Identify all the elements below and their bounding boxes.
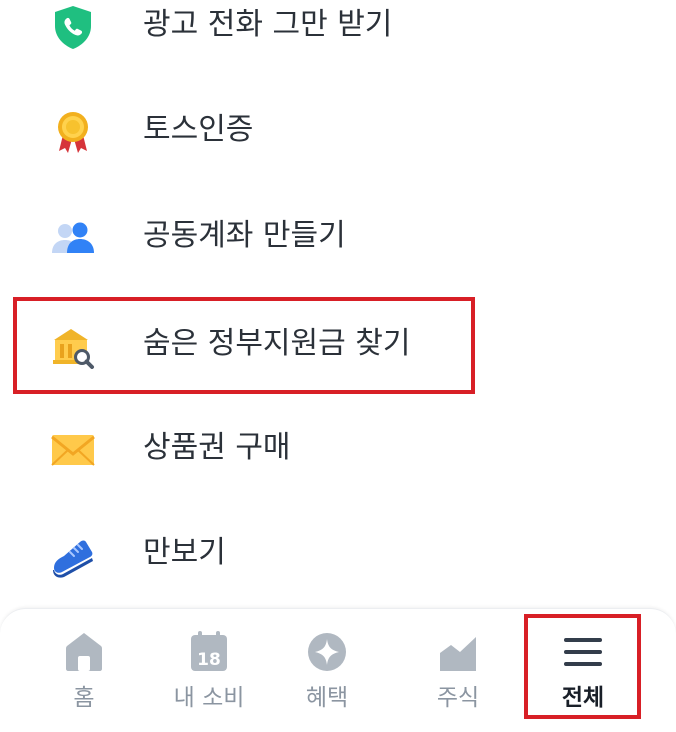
svg-text:18: 18 [197,650,221,670]
menu-item-label: 광고 전화 그만 받기 [143,7,393,42]
menu-item-pedometer[interactable]: 만보기 [0,513,676,593]
tab-home[interactable]: 홈 [19,609,149,732]
menu-item-label: 토스인증 [143,112,254,147]
medal-icon [50,109,96,155]
chart-icon [438,629,478,673]
tab-label: 내 소비 [173,685,245,711]
menu-item-label: 공동계좌 만들기 [143,218,346,253]
sparkle-icon [307,629,347,673]
sneaker-icon [50,532,96,578]
menu-item-block-spam-calls[interactable]: 광고 전화 그만 받기 [0,0,676,65]
tab-label: 전체 [561,685,605,711]
menu-item-label: 만보기 [143,535,226,570]
tab-my-spending[interactable]: 18 내 소비 [144,609,274,732]
tab-label: 홈 [73,685,95,711]
envelope-icon [50,427,96,473]
tab-label: 혜택 [305,685,349,711]
tab-label: 주식 [436,685,480,711]
menu-item-toss-certification[interactable]: 토스인증 [0,90,676,170]
tab-stocks[interactable]: 주식 [393,609,523,732]
menu-icon [563,629,603,673]
home-icon [64,629,104,673]
shield-phone-icon [50,4,96,50]
menu-item-label: 숨은 정부지원금 찾기 [143,326,411,361]
menu-item-joint-account[interactable]: 공동계좌 만들기 [0,196,676,276]
tab-all[interactable]: 전체 [518,609,648,732]
bottom-tab-bar: 홈 18 내 소비 혜택 주식 전체 [0,608,676,732]
people-icon [50,215,96,261]
menu-item-label: 상품권 구매 [143,430,291,465]
menu-item-government-subsidy[interactable]: 숨은 정부지원금 찾기 [0,304,676,384]
menu-item-gift-card-purchase[interactable]: 상품권 구매 [0,408,676,488]
calendar-icon: 18 [189,629,229,673]
building-search-icon [50,323,96,369]
tab-benefits[interactable]: 혜택 [262,609,392,732]
